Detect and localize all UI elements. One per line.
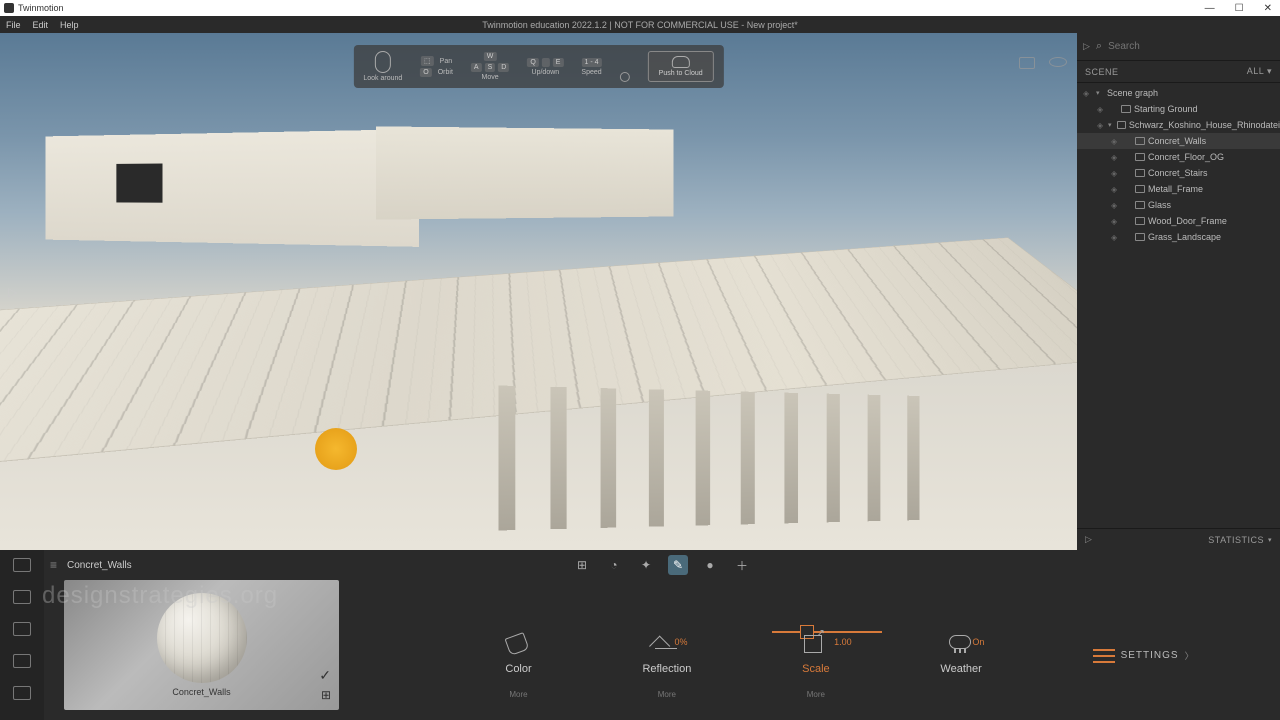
window-controls: — ☐ ✕ (1201, 3, 1276, 14)
scene-filter-all[interactable]: ALL ▾ (1247, 66, 1272, 77)
menu-edit[interactable]: Edit (33, 20, 49, 30)
chevron-right-icon: 〉 (1185, 649, 1195, 662)
dock-cat-5-icon[interactable] (13, 686, 31, 700)
collapse-panel-button[interactable]: ▷ (1083, 41, 1090, 52)
scene-node[interactable]: ◈Concret_Stairs (1077, 165, 1280, 181)
menu-file[interactable]: File (6, 20, 21, 30)
dock-title: Concret_Walls (67, 560, 132, 571)
dock-cat-2-icon[interactable] (13, 590, 31, 604)
scene-tree: ◈▾ Scene graph ◈Starting Ground◈▾Schwarz… (1077, 83, 1280, 528)
tool-globe-icon[interactable]: ● (700, 555, 720, 575)
prop-scale[interactable]: 1.00 Scale More (802, 635, 830, 675)
object-icon (1135, 233, 1145, 241)
material-sphere-icon (157, 593, 247, 683)
dock-cat-4-icon[interactable] (13, 654, 31, 668)
more-button[interactable]: More (807, 690, 825, 699)
dock-category-rail (0, 550, 44, 720)
main-area: ▷ Look around ⬚Pan OOrbit W ASD Move Q E… (0, 33, 1280, 550)
app-logo-icon (4, 3, 14, 13)
scene-header: SCENE ALL ▾ (1077, 61, 1280, 83)
dock-menu-icon[interactable]: ≡ (50, 558, 57, 572)
tool-wand-icon[interactable]: ✦ (636, 555, 656, 575)
scale-slider[interactable] (772, 631, 882, 633)
tool-picker-icon[interactable]: ✎ (668, 555, 688, 575)
scene-node[interactable]: ◈Grass_Landscape (1077, 229, 1280, 245)
tool-add-icon[interactable]: ＋ (732, 555, 752, 575)
prop-weather[interactable]: On Weather (940, 635, 981, 675)
scale-icon (804, 635, 822, 653)
check-icon: ✓ (319, 667, 331, 684)
close-button[interactable]: ✕ (1260, 3, 1276, 14)
weather-icon (949, 635, 971, 649)
viewport-3d[interactable]: ▷ Look around ⬚Pan OOrbit W ASD Move Q E… (0, 33, 1077, 550)
statistics-header[interactable]: ▷ STATISTICS ▾ (1077, 528, 1280, 550)
maximize-button[interactable]: ☐ (1231, 3, 1248, 14)
scene-node[interactable]: ◈Glass (1077, 197, 1280, 213)
window-title: Twinmotion education 2022.1.2 | NOT FOR … (482, 20, 797, 30)
rendered-scene (0, 33, 1077, 550)
settings-button[interactable]: SETTINGS 〉 (1093, 647, 1195, 663)
bucket-icon (504, 632, 529, 656)
scene-node[interactable]: ◈Concret_Floor_OG (1077, 149, 1280, 165)
scene-search-row: ▷ ⌕ (1077, 33, 1280, 61)
object-icon (1135, 153, 1145, 161)
app-name: Twinmotion (18, 3, 64, 13)
material-preview-card[interactable]: Concret_Walls ✓ ⊞ (64, 580, 339, 710)
object-icon (1117, 121, 1125, 129)
menu-help[interactable]: Help (60, 20, 79, 30)
object-icon (1135, 169, 1145, 177)
dock-header: ≡ Concret_Walls ⊞ ◔ ✦ ✎ ● ＋ (44, 550, 1280, 580)
sliders-icon (1093, 647, 1115, 663)
scene-node[interactable]: ◈▾Schwarz_Koshino_House_Rhinodatei (1077, 117, 1280, 133)
menu-bar: File Edit Help Twinmotion education 2022… (0, 16, 1280, 33)
object-icon (1135, 201, 1145, 209)
scene-node[interactable]: ◈Starting Ground (1077, 101, 1280, 117)
prop-reflection[interactable]: 0% Reflection More (642, 635, 691, 675)
scene-panel: ▷ ⌕ SCENE ALL ▾ ◈▾ Scene graph ◈Starting… (1077, 33, 1280, 550)
grid-view-icon[interactable]: ⊞ (321, 688, 331, 702)
material-name: Concret_Walls (172, 687, 230, 697)
search-icon: ⌕ (1096, 40, 1102, 53)
bottom-dock: ≡ Concret_Walls ⊞ ◔ ✦ ✎ ● ＋ designstrate… (0, 550, 1280, 720)
object-icon (1135, 137, 1145, 145)
more-button[interactable]: More (509, 690, 527, 699)
object-icon (1135, 217, 1145, 225)
scene-node[interactable]: ◈Concret_Walls (1077, 133, 1280, 149)
dock-cat-3-icon[interactable] (13, 622, 31, 636)
tool-grid-icon[interactable]: ⊞ (572, 555, 592, 575)
cursor-highlight-icon (315, 428, 357, 470)
dock-tool-row: ⊞ ◔ ✦ ✎ ● ＋ (572, 555, 752, 575)
object-icon (1121, 105, 1131, 113)
object-icon (1135, 185, 1145, 193)
minimize-button[interactable]: — (1201, 3, 1219, 14)
tool-lasso-icon[interactable]: ◔ (604, 555, 624, 575)
os-titlebar: Twinmotion — ☐ ✕ (0, 0, 1280, 16)
scene-graph-root[interactable]: ◈▾ Scene graph (1077, 85, 1280, 101)
prop-color[interactable]: Color More (505, 635, 531, 675)
scene-node[interactable]: ◈Metall_Frame (1077, 181, 1280, 197)
scene-node[interactable]: ◈Wood_Door_Frame (1077, 213, 1280, 229)
material-properties: Color More 0% Reflection More 1.00 Scale… (420, 590, 1280, 720)
search-input[interactable] (1108, 41, 1274, 52)
dock-cat-1-icon[interactable] (13, 558, 31, 572)
more-button[interactable]: More (658, 690, 676, 699)
